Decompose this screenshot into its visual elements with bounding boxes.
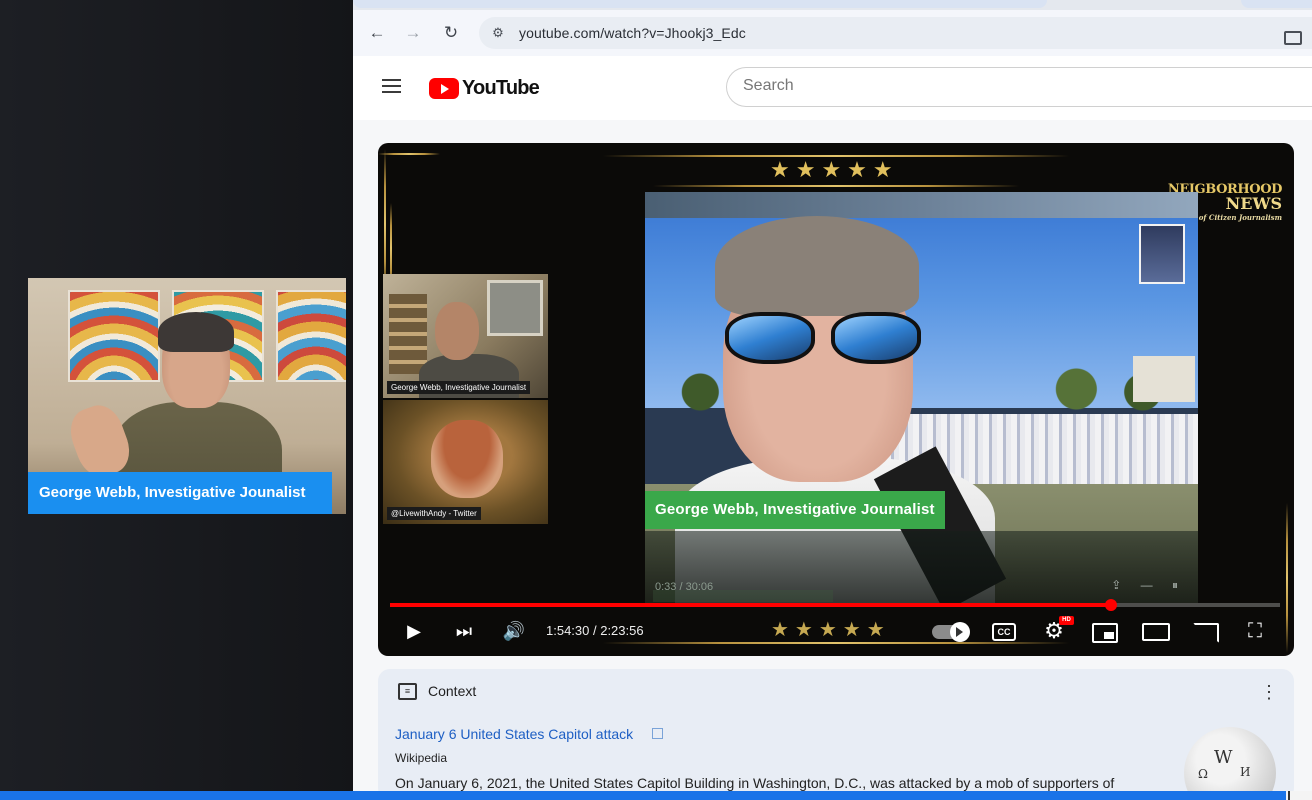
context-description: On January 6, 2021, the United States Ca… bbox=[395, 775, 1115, 791]
sunglass-lens bbox=[831, 312, 921, 364]
wall-art bbox=[68, 290, 160, 382]
tab-strip bbox=[353, 0, 1312, 10]
miniplayer-icon[interactable] bbox=[1092, 623, 1118, 643]
play-icon[interactable]: ▶ bbox=[402, 619, 426, 643]
side-cam-tag: @LivewithAndy - Twitter bbox=[387, 507, 481, 520]
site-settings-icon[interactable]: ⚙ bbox=[489, 24, 507, 42]
inner-video-time: 0:33 / 30:06 bbox=[655, 581, 714, 593]
bottom-accent-bar bbox=[0, 791, 1286, 800]
side-webcam-andy: @LivewithAndy - Twitter bbox=[383, 400, 548, 524]
presenter-hair bbox=[158, 312, 234, 352]
video-player[interactable]: ★★★★★ NEIGBORHOOD NEWS Home of Citizen J… bbox=[378, 143, 1294, 656]
browser-tab[interactable] bbox=[1241, 0, 1312, 8]
presenter-lower-third: George Webb, Investigative Jounalist bbox=[28, 472, 332, 514]
progress-fill bbox=[390, 603, 1111, 607]
omnibox[interactable]: ⚙ youtube.com/watch?v=Jhookj3_Edc bbox=[479, 17, 1312, 49]
gold-frame bbox=[378, 153, 440, 155]
hd-badge: HD bbox=[1059, 616, 1074, 625]
five-stars-top: ★★★★★ bbox=[770, 157, 899, 182]
sunglass-lens bbox=[725, 312, 815, 364]
person-head bbox=[435, 302, 479, 360]
next-icon[interactable]: ⏭ bbox=[452, 619, 476, 643]
framed-picture bbox=[487, 280, 543, 336]
external-link-icon bbox=[652, 728, 663, 739]
main-video-feed: George Webb, Investigative Journalist 0:… bbox=[645, 192, 1198, 603]
search-box[interactable] bbox=[726, 67, 1312, 107]
youtube-logo[interactable]: YouTube bbox=[429, 76, 540, 100]
context-link[interactable]: January 6 United States Capitol attack bbox=[395, 726, 633, 742]
gold-frame bbox=[653, 185, 1019, 187]
person-hair bbox=[715, 216, 919, 316]
screen: George Webb, Investigative Jounalist ← →… bbox=[0, 0, 1312, 800]
reload-icon[interactable]: ↻ bbox=[441, 23, 461, 43]
wikipedia-globe-icon: W Ω И bbox=[1184, 727, 1276, 800]
sunglasses bbox=[725, 312, 921, 364]
picture-in-picture-thumb bbox=[1139, 224, 1185, 284]
youtube-play-icon bbox=[429, 77, 459, 99]
install-app-icon[interactable] bbox=[1284, 31, 1302, 45]
progress-bar[interactable] bbox=[390, 599, 1280, 611]
fullscreen-icon[interactable]: ⛶ bbox=[1242, 619, 1268, 643]
context-source: Wikipedia bbox=[395, 751, 448, 765]
feed-top-strip bbox=[645, 192, 1198, 218]
browser-tab[interactable] bbox=[353, 0, 1047, 8]
inner-video-controls: ⇪ — ⏸ bbox=[1111, 578, 1186, 592]
volume-icon[interactable]: 🔊 bbox=[502, 619, 526, 643]
side-cam-tag: George Webb, Investigative Journalist bbox=[387, 381, 531, 394]
autoplay-toggle[interactable] bbox=[932, 622, 970, 642]
time-display: 1:54:30 / 2:23:56 bbox=[546, 623, 644, 638]
main-lower-third: George Webb, Investigative Journalist bbox=[645, 491, 945, 529]
presenter-webcam: George Webb, Investigative Jounalist bbox=[28, 278, 346, 514]
address-bar-row: ← → ↻ ⚙ youtube.com/watch?v=Jhookj3_Edc bbox=[353, 10, 1312, 56]
back-arrow-icon[interactable]: ← bbox=[367, 23, 387, 43]
youtube-header: YouTube bbox=[353, 56, 1312, 120]
bookshelf bbox=[389, 294, 427, 374]
forward-arrow-icon[interactable]: → bbox=[403, 23, 423, 43]
five-stars-bottom: ★★★★★ bbox=[771, 619, 891, 641]
building bbox=[1133, 356, 1195, 402]
menu-icon[interactable] bbox=[382, 79, 401, 93]
url-text[interactable]: youtube.com/watch?v=Jhookj3_Edc bbox=[519, 25, 746, 41]
cast-icon[interactable] bbox=[1193, 623, 1219, 643]
scrubber-handle[interactable] bbox=[1104, 599, 1117, 611]
theater-icon[interactable] bbox=[1142, 623, 1170, 641]
captions-icon[interactable]: CC bbox=[992, 623, 1016, 641]
person-head bbox=[431, 420, 503, 498]
context-card: ≡ Context ⋮ January 6 United States Capi… bbox=[378, 669, 1294, 800]
youtube-logo-text: YouTube bbox=[462, 76, 540, 99]
side-webcam-george: George Webb, Investigative Journalist bbox=[383, 274, 548, 398]
more-options-icon[interactable]: ⋮ bbox=[1260, 683, 1278, 701]
wall-art bbox=[276, 290, 346, 382]
player-controls: ▶ ⏭ 🔊 1:54:30 / 2:23:56 ★★★★★ CC ⚙ HD ⛶ bbox=[378, 611, 1294, 651]
bottom-corner bbox=[1286, 791, 1312, 800]
browser-window: ← → ↻ ⚙ youtube.com/watch?v=Jhookj3_Edc … bbox=[353, 0, 1312, 800]
context-icon: ≡ bbox=[398, 683, 417, 700]
search-input[interactable] bbox=[743, 77, 1283, 95]
context-title: Context bbox=[428, 683, 477, 699]
